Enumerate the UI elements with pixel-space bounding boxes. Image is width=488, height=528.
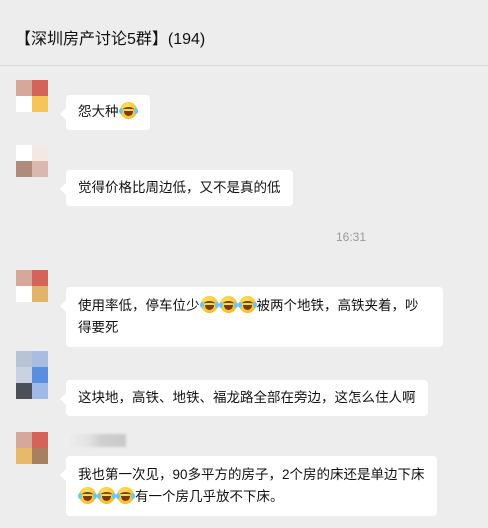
grin-tears-emoji <box>199 296 219 313</box>
message-timestamp: 16:31 <box>336 230 367 244</box>
chat-title: 【深圳房产讨论5群】(194) <box>15 31 206 48</box>
avatar-tile <box>32 80 48 96</box>
avatar-tile <box>32 270 48 286</box>
avatar-tile <box>32 161 48 177</box>
avatar-tile <box>16 270 32 286</box>
avatar-tile <box>16 351 32 367</box>
avatar-tile <box>32 432 48 448</box>
message-bubble[interactable]: 使用率低，停车位少 被两个地铁，高铁夹着，吵得要死 <box>60 287 443 347</box>
avatar-tile <box>32 96 48 112</box>
avatar[interactable] <box>16 145 48 177</box>
avatar-tile <box>16 448 32 464</box>
chat-title-bar: 【深圳房产讨论5群】(194) <box>0 0 488 66</box>
avatar-tile <box>16 80 32 96</box>
avatar-tile <box>16 286 32 302</box>
message-bubble[interactable]: 怨大种 <box>60 95 150 130</box>
message-bubble[interactable]: 我也第一次见，90多平方的房子，2个房的床还是单边下床有一个房几乎放不下床。 <box>60 456 437 516</box>
grin-tears-emoji <box>118 102 138 119</box>
message-bubble[interactable]: 这块地，高铁、地铁、福龙路全部在旁边，这怎么住人啊 <box>60 380 428 416</box>
sender-name-blurred <box>64 434 126 447</box>
message-bubble[interactable]: 觉得价格比周边低，又不是真的低 <box>60 170 293 206</box>
avatar[interactable] <box>16 80 48 112</box>
avatar[interactable] <box>16 270 48 302</box>
message-text: 使用率低，停车位少 <box>78 298 200 313</box>
avatar-tile <box>32 145 48 161</box>
avatar[interactable] <box>16 351 48 399</box>
message-text: 觉得价格比周边低，又不是真的低 <box>78 180 281 195</box>
message-text: 我也第一次见，90多平方的房子，2个房的床还是单边下床 <box>78 467 425 482</box>
avatar-tile <box>32 351 48 367</box>
grin-tears-emoji <box>97 487 116 504</box>
avatar-tile <box>16 367 32 383</box>
avatar-tile <box>32 448 48 464</box>
message-text: 这块地，高铁、地铁、福龙路全部在旁边，这怎么住人啊 <box>78 390 416 405</box>
grin-tears-emoji <box>78 487 97 504</box>
avatar-tile <box>16 96 32 112</box>
avatar-tile <box>32 383 48 399</box>
avatar-tile <box>32 367 48 383</box>
grin-tears-emoji <box>237 296 257 313</box>
avatar-tile <box>16 161 32 177</box>
avatar-tile <box>32 286 48 302</box>
message-text: 有一个房几乎放不下床。 <box>135 489 284 504</box>
avatar-tile <box>16 383 32 399</box>
avatar[interactable] <box>16 432 48 464</box>
grin-tears-emoji <box>218 296 238 313</box>
message-text: 怨大种 <box>78 104 119 119</box>
grin-tears-emoji <box>116 487 135 504</box>
avatar-tile <box>16 145 32 161</box>
avatar-tile <box>16 432 32 448</box>
